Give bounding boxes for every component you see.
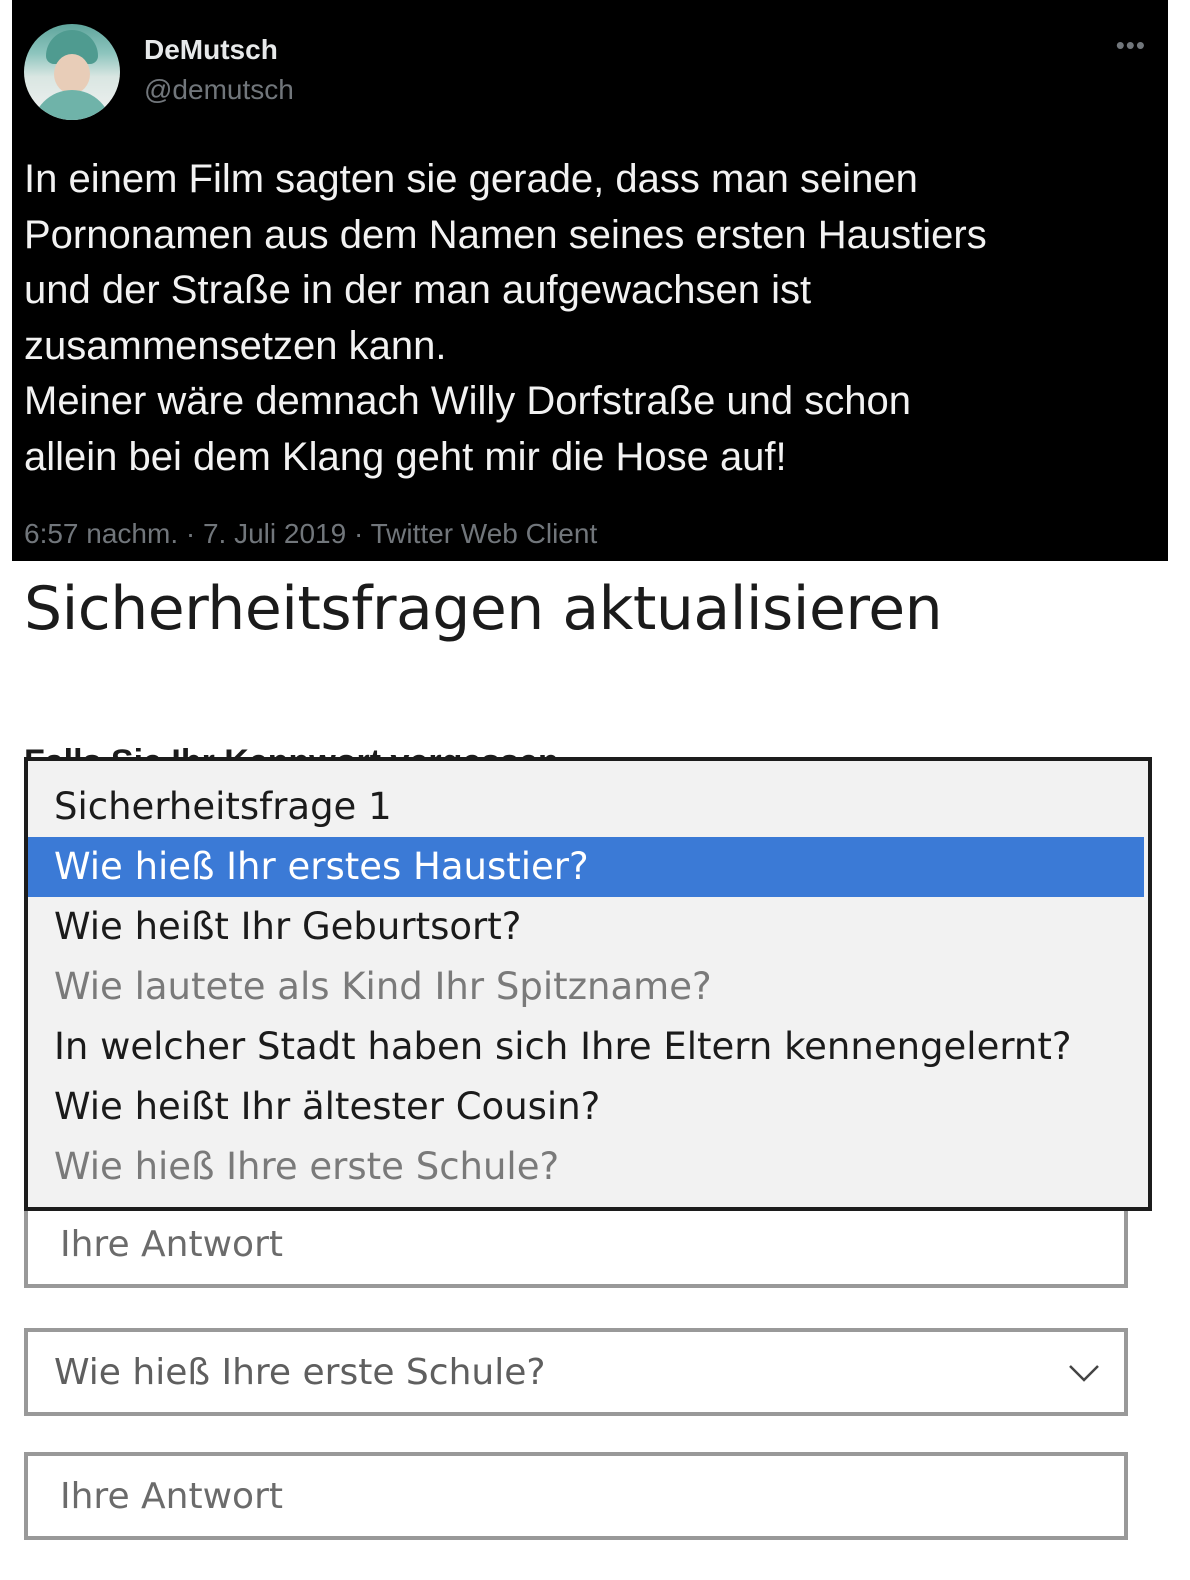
- security-question-2-select[interactable]: Wie hieß Ihre erste Schule?: [24, 1328, 1128, 1416]
- answer-input-2[interactable]: [28, 1456, 1124, 1536]
- answer-input-1[interactable]: [28, 1204, 1124, 1284]
- avatar[interactable]: [24, 24, 120, 120]
- page-title: Sicherheitsfragen aktualisieren: [24, 574, 943, 644]
- dropdown-option[interactable]: In welcher Stadt haben sich Ihre Eltern …: [28, 1017, 1144, 1077]
- display-name[interactable]: DeMutsch: [144, 34, 278, 66]
- answer-field-2[interactable]: [24, 1452, 1128, 1540]
- security-question-1-dropdown[interactable]: Sicherheitsfrage 1 Wie hieß Ihr erstes H…: [24, 757, 1152, 1211]
- more-horizontal-icon[interactable]: •••: [1116, 30, 1146, 61]
- tweet-card: DeMutsch @demutsch ••• In einem Film sag…: [12, 0, 1168, 561]
- dropdown-option[interactable]: Wie lautete als Kind Ihr Spitzname?: [28, 957, 1144, 1017]
- dropdown-option[interactable]: Sicherheitsfrage 1: [28, 777, 1144, 837]
- answer-field-1[interactable]: [24, 1200, 1128, 1288]
- dropdown-option[interactable]: Wie hieß Ihre erste Schule?: [28, 1137, 1144, 1197]
- avatar-gown: [32, 90, 112, 120]
- avatar-face: [54, 54, 90, 94]
- user-handle[interactable]: @demutsch: [144, 74, 294, 106]
- tweet-text: In einem Film sagten sie gerade, dass ma…: [24, 157, 987, 479]
- dropdown-option-selected[interactable]: Wie hieß Ihr erstes Haustier?: [28, 837, 1144, 897]
- tweet-meta[interactable]: 6:57 nachm. · 7. Juli 2019 · Twitter Web…: [24, 518, 597, 550]
- chevron-down-icon: [1069, 1365, 1099, 1382]
- dropdown-option[interactable]: Wie heißt Ihr Geburtsort?: [28, 897, 1144, 957]
- select-value: Wie hieß Ihre erste Schule?: [54, 1352, 546, 1393]
- dropdown-option[interactable]: Wie heißt Ihr ältester Cousin?: [28, 1077, 1144, 1137]
